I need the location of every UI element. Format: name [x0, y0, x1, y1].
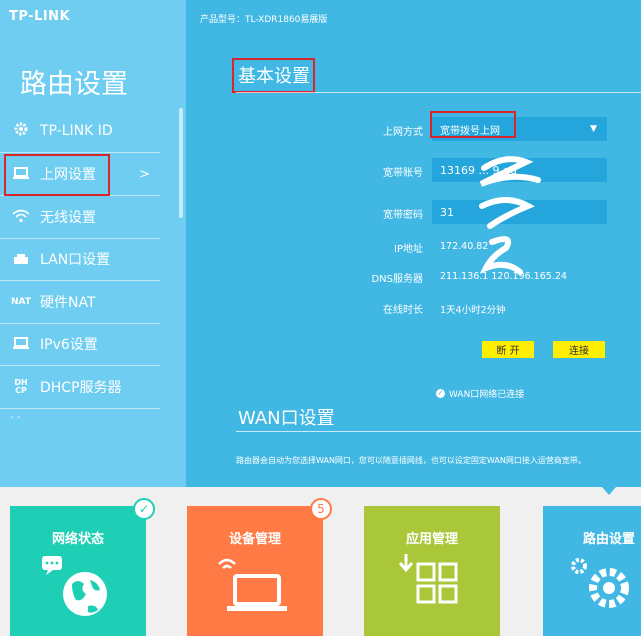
tile-label: 设备管理 [228, 532, 281, 547]
tplink-logo: TP-LINK [9, 9, 71, 24]
sidebar-item-hardware-nat[interactable]: NAT 硬件NAT [0, 281, 160, 324]
sidebar-title: 路由设置 [20, 69, 128, 100]
apps-grid-icon [398, 554, 458, 604]
wan-status: ✓ WAN口网络已连接 [436, 387, 524, 400]
nat-icon: NAT [11, 297, 31, 307]
sidebar-item-label: 无线设置 [40, 210, 96, 226]
gear-icon [8, 121, 34, 141]
account-label: 宽带账号 [383, 168, 423, 179]
wan-description: 路由器会自动为您选择WAN网口，您可以随意插网线，也可以设定固定WAN网口接入运… [236, 456, 586, 465]
tile-device-management[interactable]: 设备管理 [187, 506, 323, 636]
wan-status-text: WAN口网络已连接 [449, 390, 525, 400]
disconnect-button[interactable]: 断 开 [482, 341, 534, 358]
uptime-label: 在线时长 [383, 305, 423, 316]
globe-icon [42, 556, 107, 616]
sidebar-item-tplink-id[interactable]: TP-LINK ID [0, 110, 160, 153]
divider [236, 431, 641, 432]
device-count-badge: 5 [310, 498, 332, 520]
connection-type-label: 上网方式 [383, 127, 423, 138]
sidebar-item-lan[interactable]: LAN口设置 [0, 238, 160, 281]
connect-button[interactable]: 连接 [553, 341, 605, 358]
tile-label: 应用管理 [405, 532, 458, 547]
sidebar-item-ipv6[interactable]: IPv6设置 [0, 323, 160, 366]
wan-settings-title: WAN口设置 [238, 408, 335, 429]
sidebar-item-wireless[interactable]: 无线设置 [0, 196, 160, 239]
sidebar-item-label: TP-LINK ID [40, 123, 113, 139]
highlight-box [430, 111, 516, 138]
uptime-value: 1天4小时2分钟 [440, 305, 506, 316]
laptop-wifi-icon [218, 558, 287, 611]
sidebar-more: - - [10, 412, 21, 423]
tile-label: 网络状态 [51, 532, 104, 547]
caret-down-icon: ▼ [590, 124, 597, 134]
ip-label: IP地址 [394, 244, 423, 255]
sidebar-item-label: DHCP服务器 [40, 380, 122, 396]
status-check-badge: ✓ [133, 498, 155, 520]
highlight-box [4, 154, 110, 196]
product-model: 产品型号：TL-XDR1860易展版 [200, 15, 328, 25]
password-value: 31 [440, 205, 454, 219]
check-circle-icon: ✓ [436, 389, 445, 398]
redaction-scribble [479, 156, 541, 275]
lan-icon [8, 250, 34, 269]
sidebar-item-label: 硬件NAT [40, 295, 96, 311]
sidebar-scrollbar[interactable] [179, 108, 183, 218]
tile-label: 路由设置 [583, 532, 636, 547]
sidebar-item-label: IPv6设置 [40, 337, 98, 353]
active-pointer [602, 487, 616, 495]
wifi-icon [8, 208, 34, 227]
highlight-box [232, 58, 315, 93]
sidebar-item-label: LAN口设置 [40, 252, 111, 268]
tile-network-status[interactable]: 网络状态 [10, 506, 146, 636]
tile-app-management[interactable]: 应用管理 [364, 506, 500, 636]
dhcp-icon: DH CP [14, 378, 28, 395]
laptop-icon [8, 335, 34, 354]
tile-router-settings[interactable]: 路由设置 [543, 506, 641, 636]
dns-label: DNS服务器 [371, 274, 423, 285]
chevron-right-icon: > [139, 166, 150, 182]
divider [236, 92, 641, 93]
sidebar-item-dhcp[interactable]: DH CP DHCP服务器 [0, 366, 160, 409]
password-label: 宽带密码 [383, 210, 423, 221]
gear-icon [571, 558, 629, 608]
